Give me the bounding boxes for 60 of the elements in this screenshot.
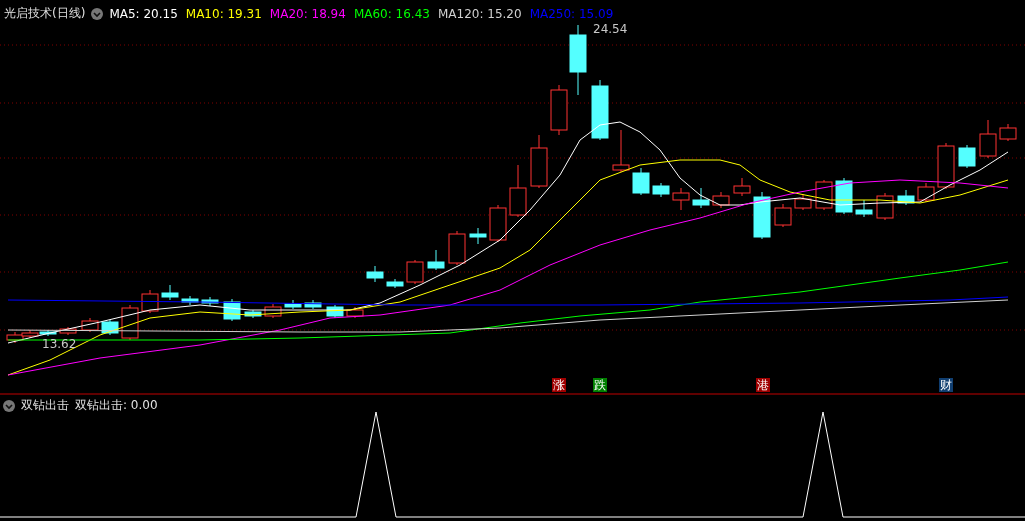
candlestick: [386, 278, 404, 289]
candlestick: [692, 187, 710, 209]
dropdown-icon[interactable]: [91, 7, 104, 20]
low-price-label: 13.62: [42, 337, 77, 351]
event-marker[interactable]: 财: [939, 378, 953, 392]
candlestick: [59, 326, 77, 336]
ma-value: MA5: 20.15: [109, 6, 178, 21]
candlestick: [427, 249, 445, 271]
candlestick: [326, 304, 344, 319]
candlestick: [489, 204, 507, 243]
ma-value: MA250: 15.09: [529, 6, 614, 21]
stock-title: 光启技术(日线): [4, 5, 86, 22]
candlestick: [101, 319, 119, 336]
candlestick: [550, 84, 568, 136]
candlestick: [284, 299, 302, 310]
candlestick: [448, 230, 466, 266]
candlestick: [672, 187, 690, 211]
event-marker[interactable]: 跌: [593, 378, 607, 392]
high-price-label: 24.54: [593, 22, 628, 36]
candlestick: [712, 191, 730, 209]
candlestick: [917, 182, 935, 203]
candlestick: [469, 227, 487, 245]
candlestick: [753, 191, 771, 240]
candlestick: [733, 177, 751, 197]
candlestick: [979, 119, 997, 159]
indicator-value: 双钻出击: 0.00: [75, 397, 158, 414]
candlestick: [141, 289, 159, 314]
event-marker[interactable]: 港: [756, 378, 770, 392]
candlestick: [201, 296, 219, 307]
candlestick: [794, 193, 812, 211]
candlestick: [855, 199, 873, 218]
candlestick: [897, 189, 915, 206]
candlestick: [958, 144, 976, 169]
candlestick: [999, 123, 1017, 142]
candlestick: [161, 284, 179, 301]
candlestick: [530, 134, 548, 189]
candlestick: [569, 24, 587, 96]
candlestick: [81, 317, 99, 333]
candlestick: [591, 79, 609, 141]
candlestick: [509, 164, 527, 218]
ma-value: MA20: 18.94: [269, 6, 346, 21]
dropdown-icon[interactable]: [3, 399, 15, 412]
indicator-title: 双钻出击: [21, 397, 69, 414]
candlestick: [406, 259, 424, 285]
candlestick: [264, 303, 282, 319]
event-marker[interactable]: 涨: [552, 378, 566, 392]
candlestick: [181, 295, 199, 306]
ma-value: MA60: 16.43: [353, 6, 430, 21]
candlestick: [937, 142, 955, 190]
candlestick: [632, 167, 650, 196]
candlestick: [612, 129, 630, 173]
ma-value: MA120: 15.20: [437, 6, 522, 21]
candlestick: [244, 309, 262, 319]
ma-value: MA10: 19.31: [185, 6, 262, 21]
candlestick: [21, 329, 39, 339]
candlestick: [304, 299, 322, 310]
candlestick: [652, 182, 670, 198]
candlestick: [366, 265, 384, 283]
candlestick: [774, 203, 792, 228]
candlestick: [346, 306, 364, 319]
